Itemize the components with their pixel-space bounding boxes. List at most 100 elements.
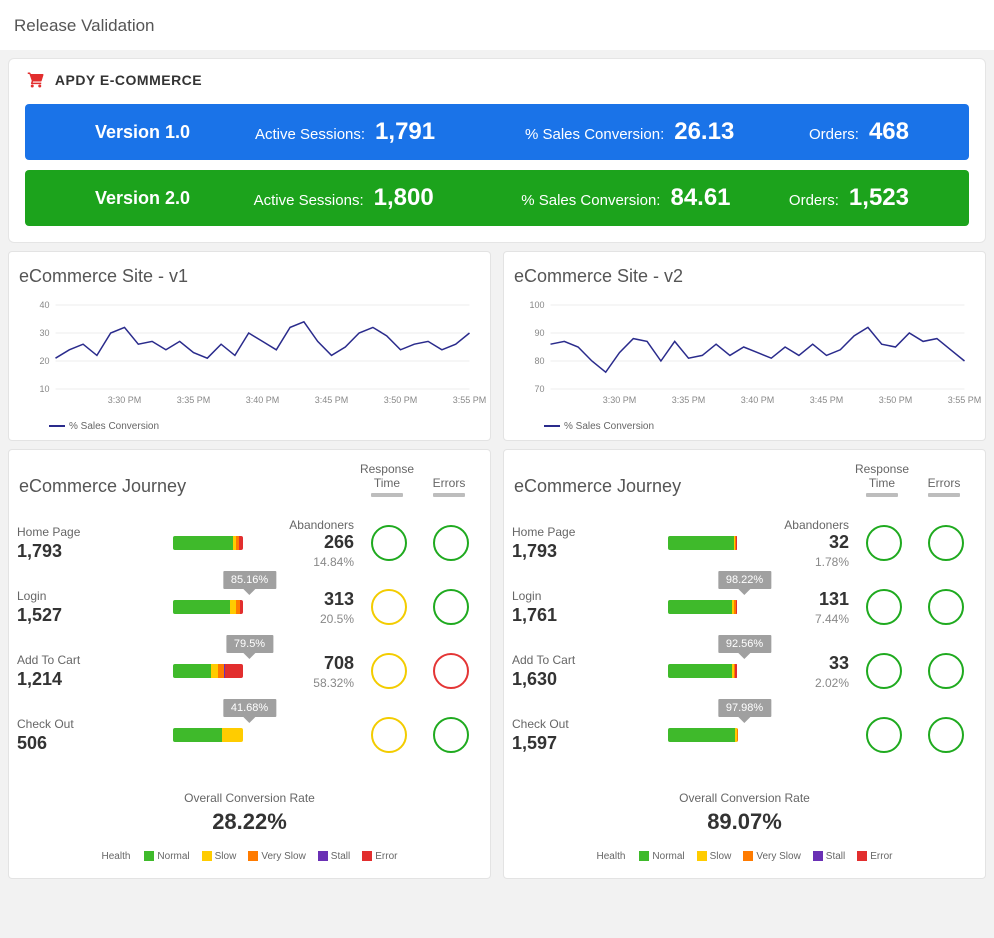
response-time-indicator[interactable]: [866, 717, 902, 753]
summary-row-1[interactable]: Version 1.0Active Sessions:1,791 % Sales …: [25, 104, 969, 160]
svg-text:3:40 PM: 3:40 PM: [741, 395, 775, 405]
errors-indicator[interactable]: [928, 525, 964, 561]
cart-icon: [27, 71, 45, 92]
response-time-indicator[interactable]: [371, 653, 407, 689]
svg-text:10: 10: [39, 384, 49, 394]
response-time-indicator[interactable]: [866, 525, 902, 561]
errors-indicator[interactable]: [433, 525, 469, 561]
abandon-count: 33: [773, 653, 849, 674]
brand-tab: APDY E-COMMERCE: [9, 59, 220, 100]
response-time-indicator[interactable]: [866, 653, 902, 689]
stage-count: 1,214: [17, 669, 137, 690]
stage-count: 1,527: [17, 605, 137, 626]
line-chart: 102030403:30 PM3:35 PM3:40 PM3:45 PM3:50…: [13, 299, 486, 409]
response-time-indicator[interactable]: [866, 589, 902, 625]
errors-indicator[interactable]: [433, 589, 469, 625]
stage-count: 506: [17, 733, 137, 754]
journey-panel: eCommerce JourneyResponse TimeErrors Home…: [8, 449, 491, 879]
svg-text:40: 40: [39, 300, 49, 310]
overall-conversion: Overall Conversion Rate89.07%: [504, 767, 985, 843]
brand-label: APDY E-COMMERCE: [55, 72, 202, 88]
journey-title: eCommerce Journey: [19, 476, 356, 497]
abandoners-label: Abandoners: [278, 518, 354, 532]
errors-indicator[interactable]: [928, 717, 964, 753]
stage-name: Login: [17, 589, 137, 603]
summary-row-2[interactable]: Version 2.0Active Sessions:1,800 % Sales …: [25, 170, 969, 226]
chart-legend: % Sales Conversion: [504, 419, 985, 440]
errors-indicator[interactable]: [928, 653, 964, 689]
abandon-pct: 7.44%: [773, 612, 849, 626]
chart-panel: eCommerce Site - v1102030403:30 PM3:35 P…: [8, 251, 491, 441]
version-name: Version 1.0: [35, 122, 255, 143]
funnel-bar: [173, 536, 243, 550]
health-legend: HealthNormalSlowVery SlowStallError: [9, 843, 490, 868]
response-time-indicator[interactable]: [371, 525, 407, 561]
funnel-bar: [668, 600, 738, 614]
col-errors: Errors: [913, 476, 975, 497]
svg-text:3:45 PM: 3:45 PM: [810, 395, 844, 405]
connector-badge: 79.5%: [226, 635, 273, 653]
svg-text:3:50 PM: 3:50 PM: [384, 395, 418, 405]
svg-text:90: 90: [534, 328, 544, 338]
funnel-bar: [173, 600, 243, 614]
col-response-time: Response Time: [851, 462, 913, 497]
connector-badge: 92.56%: [718, 635, 771, 653]
metric-sessions: Active Sessions:1,800: [254, 184, 512, 212]
stage-name: Login: [512, 589, 632, 603]
stage-count: 1,793: [17, 541, 137, 562]
abandon-pct: 58.32%: [278, 676, 354, 690]
stage-name: Check Out: [512, 717, 632, 731]
stage-count: 1,630: [512, 669, 632, 690]
abandon-pct: 1.78%: [773, 555, 849, 569]
funnel-bar: [668, 536, 738, 550]
col-errors: Errors: [418, 476, 480, 497]
connector-badge: 98.22%: [718, 571, 771, 589]
connector-badge: 41.68%: [223, 699, 276, 717]
metric-sessions: Active Sessions:1,791: [255, 118, 515, 146]
svg-text:3:30 PM: 3:30 PM: [603, 395, 637, 405]
col-response-time: Response Time: [356, 462, 418, 497]
funnel-bar: [173, 728, 243, 742]
errors-indicator[interactable]: [433, 653, 469, 689]
chart-legend: % Sales Conversion: [9, 419, 490, 440]
svg-text:3:55 PM: 3:55 PM: [948, 395, 981, 405]
journey-panel: eCommerce JourneyResponse TimeErrors Home…: [503, 449, 986, 879]
stage-name: Home Page: [512, 525, 632, 539]
response-time-indicator[interactable]: [371, 589, 407, 625]
abandon-pct: 20.5%: [278, 612, 354, 626]
svg-text:70: 70: [534, 384, 544, 394]
metric-orders: Orders:1,523: [789, 184, 949, 212]
journey-title: eCommerce Journey: [514, 476, 851, 497]
column-1: eCommerce Site - v1102030403:30 PM3:35 P…: [8, 251, 491, 879]
metric-conversion: % Sales Conversion:26.13: [525, 118, 785, 146]
abandoners-label: Abandoners: [773, 518, 849, 532]
stage-name: Check Out: [17, 717, 137, 731]
line-chart: 7080901003:30 PM3:35 PM3:40 PM3:45 PM3:5…: [508, 299, 981, 409]
metric-conversion: % Sales Conversion:84.61: [521, 184, 779, 212]
abandon-count: 131: [773, 589, 849, 610]
stage-count: 1,597: [512, 733, 632, 754]
svg-text:30: 30: [39, 328, 49, 338]
svg-text:3:50 PM: 3:50 PM: [879, 395, 913, 405]
funnel-bar: [668, 664, 738, 678]
journey-row: Home Page1,793Abandoners321.78%: [512, 511, 977, 575]
chart-title: eCommerce Site - v2: [504, 252, 985, 293]
svg-text:3:35 PM: 3:35 PM: [177, 395, 211, 405]
svg-text:100: 100: [529, 300, 544, 310]
svg-text:80: 80: [534, 356, 544, 366]
version-name: Version 2.0: [35, 188, 254, 209]
stage-name: Home Page: [17, 525, 137, 539]
abandon-pct: 14.84%: [278, 555, 354, 569]
response-time-indicator[interactable]: [371, 717, 407, 753]
abandon-count: 32: [773, 532, 849, 553]
abandon-pct: 2.02%: [773, 676, 849, 690]
summary-card: APDY E-COMMERCE Version 1.0Active Sessio…: [8, 58, 986, 243]
funnel-bar: [173, 664, 243, 678]
funnel-bar: [668, 728, 738, 742]
chart-panel: eCommerce Site - v27080901003:30 PM3:35 …: [503, 251, 986, 441]
errors-indicator[interactable]: [433, 717, 469, 753]
errors-indicator[interactable]: [928, 589, 964, 625]
stage-name: Add To Cart: [512, 653, 632, 667]
page-title: Release Validation: [0, 0, 994, 50]
svg-text:3:30 PM: 3:30 PM: [108, 395, 142, 405]
